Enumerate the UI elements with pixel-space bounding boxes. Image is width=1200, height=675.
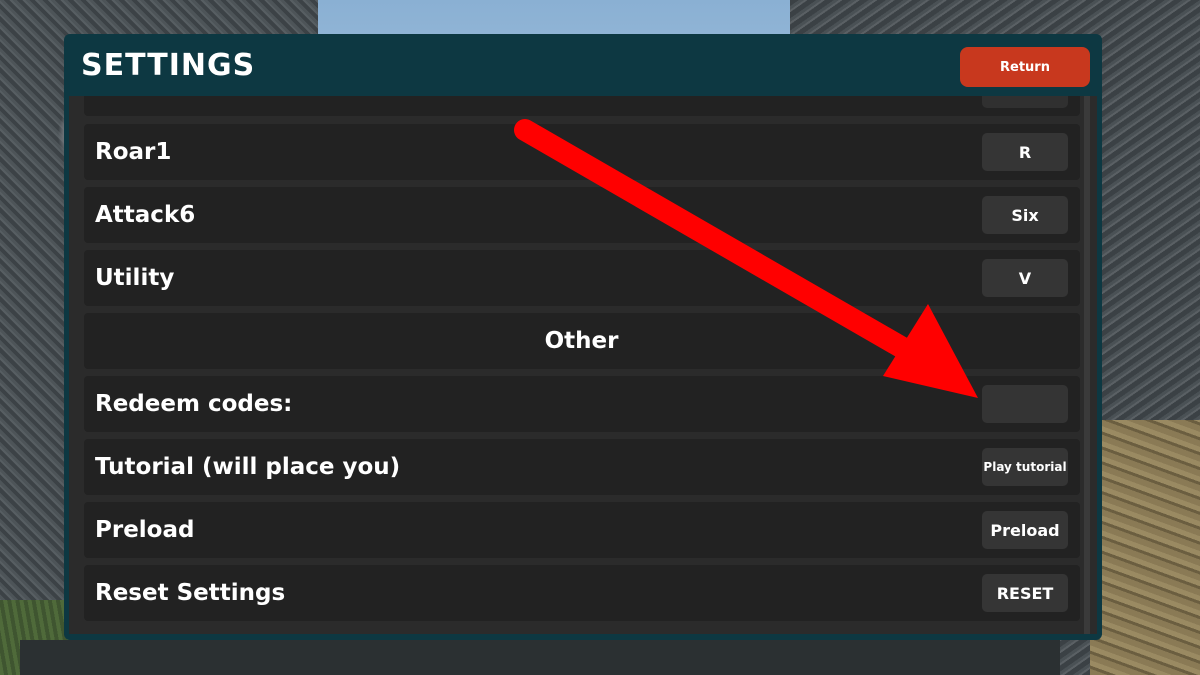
partial-row <box>84 96 1080 116</box>
settings-list[interactable]: Roar1 R Attack6 Six Utility V Other Rede… <box>69 96 1097 634</box>
keybind-button-roar1[interactable]: R <box>982 133 1068 171</box>
return-button[interactable]: Return <box>960 47 1090 87</box>
section-label: Other <box>544 328 619 354</box>
scrollbar[interactable] <box>1084 96 1090 634</box>
row-label: Redeem codes: <box>95 391 293 417</box>
settings-row-roar1: Roar1 R <box>84 124 1080 180</box>
keybind-button-attack6[interactable]: Six <box>982 196 1068 234</box>
settings-row-reset: Reset Settings RESET <box>84 565 1080 621</box>
settings-row-preload: Preload Preload <box>84 502 1080 558</box>
settings-row-attack6: Attack6 Six <box>84 187 1080 243</box>
play-tutorial-button[interactable]: Play tutorial <box>982 448 1068 486</box>
row-label: Attack6 <box>95 202 196 228</box>
cobblestone-path <box>1090 420 1200 675</box>
settings-row-tutorial: Tutorial (will place you) Play tutorial <box>84 439 1080 495</box>
panel-title: SETTINGS <box>81 48 256 83</box>
row-label: Roar1 <box>95 139 172 165</box>
row-label: Preload <box>95 517 195 543</box>
reset-button[interactable]: RESET <box>982 574 1068 612</box>
keybind-button-utility[interactable]: V <box>982 259 1068 297</box>
redeem-code-input[interactable] <box>982 385 1068 423</box>
row-label: Utility <box>95 265 175 291</box>
settings-panel: SETTINGS Return Roar1 R Attack6 Six Util… <box>64 34 1102 640</box>
partial-key-button[interactable] <box>982 96 1068 108</box>
settings-row-redeem-codes: Redeem codes: <box>84 376 1080 432</box>
settings-row-utility: Utility V <box>84 250 1080 306</box>
row-label: Reset Settings <box>95 580 286 606</box>
section-header-other: Other <box>84 313 1080 369</box>
preload-button[interactable]: Preload <box>982 511 1068 549</box>
ground-shadow <box>20 640 1060 675</box>
row-label: Tutorial (will place you) <box>95 454 401 480</box>
